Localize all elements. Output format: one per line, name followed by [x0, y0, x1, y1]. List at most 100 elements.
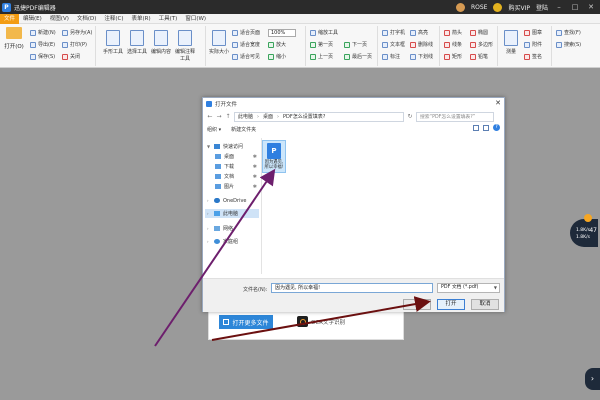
menu-window[interactable]: 窗口(W): [181, 14, 210, 24]
folder-search-input[interactable]: 搜索“PDF怎么设置填表?”: [416, 111, 494, 122]
export-icon: [30, 41, 36, 48]
fit-visible-button[interactable]: 适合可见: [232, 53, 260, 60]
organize-menu[interactable]: 组织 ▾: [207, 126, 221, 133]
file-name-line2: 所以幸福!: [264, 165, 284, 170]
nav-homegroup[interactable]: › 家庭组: [205, 237, 259, 246]
new-icon: [30, 29, 36, 36]
menu-document[interactable]: 文档(D): [73, 14, 101, 24]
zoom-out-button[interactable]: 缩小: [268, 53, 286, 60]
menu-view[interactable]: 视图(V): [46, 14, 73, 24]
edit-content-icon: [154, 30, 168, 46]
user-avatar[interactable]: [455, 2, 465, 12]
fit-page-button[interactable]: 适合页面: [232, 29, 260, 36]
address-bar[interactable]: 此电脑 › 桌面 › PDF怎么设置填表?: [234, 111, 404, 122]
preview-pane-icon[interactable]: [483, 124, 489, 131]
menu-form[interactable]: 表单(R): [128, 14, 155, 24]
print-button[interactable]: 打印(P): [62, 41, 87, 48]
underline-button[interactable]: 下划线: [410, 53, 433, 60]
find-button[interactable]: 查找(F): [556, 29, 581, 36]
attachment-button[interactable]: 附件: [524, 41, 542, 48]
rectangle-shape-button[interactable]: 矩形: [444, 53, 462, 60]
login-link[interactable]: 登陆: [536, 3, 548, 12]
vip-icon[interactable]: [493, 2, 503, 12]
up-arrow-icon[interactable]: ↑: [225, 113, 231, 120]
nav-network[interactable]: › 网络: [205, 224, 259, 233]
expand-arrow-icon[interactable]: ›: [585, 368, 600, 390]
nav-onedrive[interactable]: › OneDrive: [205, 196, 259, 205]
help-icon[interactable]: ?: [493, 124, 500, 131]
new-folder-button[interactable]: 新建文件夹: [231, 126, 256, 133]
zoom-select[interactable]: 100%: [268, 29, 296, 37]
nav-quick-access[interactable]: ▼ 快速访问: [205, 142, 259, 151]
pencil-button[interactable]: 铅笔: [470, 53, 488, 60]
search-button[interactable]: 搜索(S): [556, 41, 581, 48]
next-page-button[interactable]: 下一页: [344, 41, 367, 48]
oval-shape-button[interactable]: 椭圆: [470, 29, 488, 36]
line-icon: [444, 41, 450, 48]
callout-button[interactable]: 标注: [382, 53, 400, 60]
download-speed: 1.8K/s: [576, 235, 590, 240]
refresh-icon[interactable]: ↻: [407, 113, 413, 120]
file-item-pdf[interactable]: P 因为遇见, 所以幸福!: [262, 140, 286, 173]
breadcrumb-folder[interactable]: PDF怎么设置填表?: [283, 113, 325, 120]
user-name[interactable]: ROSE: [471, 4, 488, 11]
zoom-tool-button[interactable]: 缩放工具: [310, 29, 338, 36]
menu-file[interactable]: 文件: [0, 13, 20, 24]
edit-annotation-button[interactable]: 编辑注释工具: [174, 30, 196, 62]
back-arrow-icon[interactable]: ←: [207, 113, 213, 120]
signature-button[interactable]: 签名: [524, 53, 542, 60]
ocr-link[interactable]: OCR文字识别: [297, 316, 345, 327]
filetype-select[interactable]: PDF 文档 (*.pdf) ▼: [437, 283, 500, 293]
chevron-down-icon: ▼: [493, 285, 497, 290]
actual-size-button[interactable]: 实际大小: [208, 30, 230, 55]
buy-vip-link[interactable]: 购买VIP: [508, 3, 530, 12]
nav-downloads[interactable]: 下载 ✱: [205, 162, 259, 171]
menu-comment[interactable]: 注释(C): [100, 14, 127, 24]
hand-tool-button[interactable]: 手形工具: [102, 30, 124, 55]
last-page-button[interactable]: 最后一页: [344, 53, 372, 60]
nav-this-pc[interactable]: › 此电脑: [205, 209, 259, 218]
textbox-button[interactable]: 文本框: [382, 41, 405, 48]
first-page-button[interactable]: 第一页: [310, 41, 333, 48]
extra-group: 测量 图章 附件 签名: [498, 26, 552, 66]
star-icon: [214, 144, 220, 149]
new-button[interactable]: 新建(N): [30, 29, 56, 36]
breadcrumb-this-pc[interactable]: 此电脑: [238, 113, 253, 120]
prev-page-button[interactable]: 上一页: [310, 53, 333, 60]
nav-documents[interactable]: 文档 ✱: [205, 172, 259, 181]
nav-desktop[interactable]: 桌面 ✱: [205, 152, 259, 161]
maximize-icon[interactable]: □: [570, 3, 580, 11]
network-speed-widget[interactable]: 1.8K/s 1.8K/s 47: [570, 214, 598, 247]
measure-button[interactable]: 测量: [500, 30, 522, 55]
select-tool-button[interactable]: 选择工具: [126, 30, 148, 55]
arrow-shape-button[interactable]: 箭头: [444, 29, 462, 36]
edit-content-button[interactable]: 编辑内容: [150, 30, 172, 55]
stamp-button[interactable]: 图章: [524, 29, 542, 36]
close-doc-button[interactable]: 关闭: [62, 53, 80, 60]
fit-width-button[interactable]: 适合宽度: [232, 41, 260, 48]
close-icon[interactable]: ✕: [586, 3, 596, 11]
save-button[interactable]: 保存(S): [30, 53, 55, 60]
export-button[interactable]: 导出(E): [30, 41, 55, 48]
polygon-shape-button[interactable]: 多边形: [470, 41, 493, 48]
open-more-files-button[interactable]: 打开更多文件: [219, 315, 273, 329]
minimize-icon[interactable]: –: [554, 3, 564, 11]
zoom-in-button[interactable]: 放大: [268, 41, 286, 48]
view-mode-icon[interactable]: [473, 124, 479, 131]
menu-edit[interactable]: 编辑(E): [19, 14, 46, 24]
line-shape-button[interactable]: 线条: [444, 41, 462, 48]
typewriter-button[interactable]: 打字机: [382, 29, 405, 36]
open-file-button[interactable]: 打开: [437, 299, 465, 310]
forward-arrow-icon[interactable]: →: [216, 113, 222, 120]
nav-pictures[interactable]: 图片 ✱: [205, 182, 259, 191]
breadcrumb-desktop[interactable]: 桌面: [263, 113, 273, 120]
filename-input[interactable]: 因为遇见, 所以幸福!: [271, 283, 433, 293]
save-as-button[interactable]: 另存为(A): [62, 29, 92, 36]
dialog-title-bar: 打开文件: [203, 98, 504, 110]
dialog-close-icon[interactable]: ✕: [495, 99, 501, 107]
highlight-button[interactable]: 高亮: [410, 29, 428, 36]
menu-tools[interactable]: 工具(T): [155, 14, 182, 24]
strikeout-button[interactable]: 删除线: [410, 41, 433, 48]
cancel-button[interactable]: 取消: [471, 299, 499, 310]
fit-page-icon: [232, 29, 238, 36]
